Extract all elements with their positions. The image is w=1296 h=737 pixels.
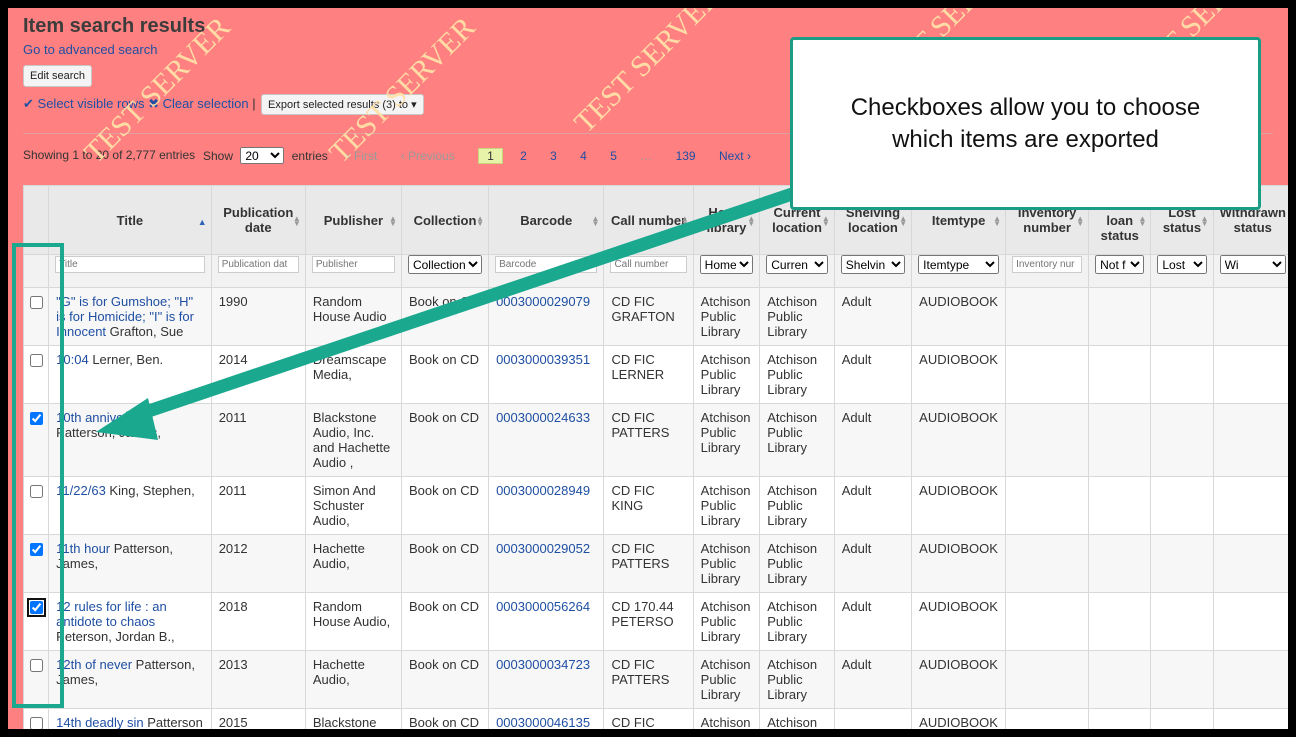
callout-box: Checkboxes allow you to choose which item… [790,37,1261,210]
callout-text-line1: Checkboxes allow you to choose [850,93,1201,121]
checkbox-highlight-box [12,243,64,708]
arrow-shaft [125,185,801,425]
callout-text-line2: which items are exported [892,125,1159,153]
arrow-head [96,398,158,440]
